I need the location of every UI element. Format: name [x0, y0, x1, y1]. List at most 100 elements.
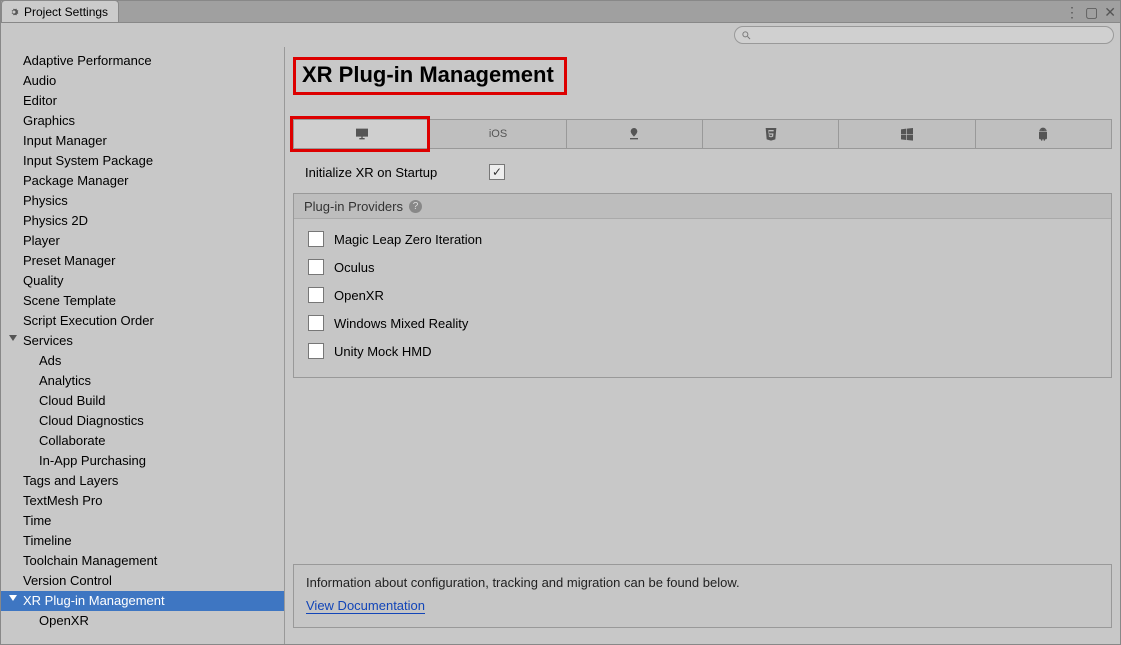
sidebar-item-label: Graphics [23, 113, 75, 128]
provider-row: Oculus [294, 253, 1111, 281]
sidebar-item-label: Services [23, 333, 73, 348]
sidebar-item[interactable]: Editor [1, 91, 284, 111]
sidebar-item[interactable]: Player [1, 231, 284, 251]
platform-tabs: iOS [293, 119, 1112, 149]
sidebar-item[interactable]: Package Manager [1, 171, 284, 191]
sidebar-item[interactable]: Toolchain Management [1, 551, 284, 571]
platform-tab-html5[interactable] [702, 119, 838, 149]
sidebar-item[interactable]: Cloud Diagnostics [1, 411, 284, 431]
platform-tab-android[interactable] [975, 119, 1112, 149]
platform-tab-webgl[interactable] [566, 119, 702, 149]
sidebar-item-label: Tags and Layers [23, 473, 118, 488]
sidebar-item-label: Preset Manager [23, 253, 116, 268]
provider-label: Windows Mixed Reality [334, 316, 468, 331]
sidebar-item[interactable]: Ads [1, 351, 284, 371]
sidebar-item-label: Physics 2D [23, 213, 88, 228]
android-icon [1035, 126, 1051, 142]
info-box: Information about configuration, trackin… [293, 564, 1112, 628]
view-documentation-link[interactable]: View Documentation [306, 598, 425, 614]
sidebar-item[interactable]: Physics [1, 191, 284, 211]
close-icon[interactable]: ✕ [1104, 5, 1116, 19]
provider-checkbox[interactable] [308, 315, 324, 331]
maximize-icon[interactable]: ▢ [1085, 5, 1098, 19]
sidebar-item-label: Quality [23, 273, 63, 288]
sidebar-item[interactable]: Cloud Build [1, 391, 284, 411]
sidebar-item[interactable]: Scene Template [1, 291, 284, 311]
search-icon [741, 30, 752, 41]
page-title: XR Plug-in Management [302, 62, 554, 88]
standalone-icon [354, 126, 370, 142]
provider-label: Magic Leap Zero Iteration [334, 232, 482, 247]
help-icon[interactable]: ? [409, 200, 422, 213]
platform-tab-ios[interactable]: iOS [429, 119, 565, 149]
provider-checkbox[interactable] [308, 287, 324, 303]
sidebar-item[interactable]: Services [1, 331, 284, 351]
sidebar-item[interactable]: Script Execution Order [1, 311, 284, 331]
search-field[interactable] [734, 26, 1114, 44]
sidebar-item[interactable]: TextMesh Pro [1, 491, 284, 511]
provider-checkbox[interactable] [308, 231, 324, 247]
sidebar-item-label: Timeline [23, 533, 72, 548]
platform-tab-label: iOS [489, 128, 507, 140]
search-input[interactable] [756, 29, 1107, 41]
sidebar-item[interactable]: Input Manager [1, 131, 284, 151]
provider-label: Unity Mock HMD [334, 344, 432, 359]
sidebar-item-label: OpenXR [39, 613, 89, 628]
sidebar-item[interactable]: Physics 2D [1, 211, 284, 231]
webgl-icon [626, 126, 642, 142]
plugin-providers-panel: Plug-in Providers ? Magic Leap Zero Iter… [293, 193, 1112, 378]
init-xr-checkbox[interactable] [489, 164, 505, 180]
windows-icon [899, 126, 915, 142]
sidebar-item[interactable]: Adaptive Performance [1, 51, 284, 71]
sidebar-item[interactable]: Preset Manager [1, 251, 284, 271]
sidebar-item-label: Input Manager [23, 133, 107, 148]
page-title-highlight: XR Plug-in Management [293, 57, 567, 95]
init-xr-label: Initialize XR on Startup [305, 165, 489, 180]
provider-label: Oculus [334, 260, 374, 275]
chevron-down-icon [9, 595, 17, 601]
sidebar-item-label: Input System Package [23, 153, 153, 168]
window-tab-project-settings[interactable]: Project Settings [1, 0, 119, 22]
sidebar-item[interactable]: Tags and Layers [1, 471, 284, 491]
sidebar-item[interactable]: Graphics [1, 111, 284, 131]
window-tab-label: Project Settings [24, 5, 108, 19]
sidebar-item-label: Package Manager [23, 173, 129, 188]
sidebar-item-label: Collaborate [39, 433, 106, 448]
provider-row: Magic Leap Zero Iteration [294, 225, 1111, 253]
sidebar-item-label: Editor [23, 93, 57, 108]
provider-row: Windows Mixed Reality [294, 309, 1111, 337]
sidebar-item[interactable]: OpenXR [1, 611, 284, 631]
info-text: Information about configuration, trackin… [306, 575, 1099, 590]
sidebar-item-label: Script Execution Order [23, 313, 154, 328]
sidebar-item[interactable]: Collaborate [1, 431, 284, 451]
platform-tab-windows[interactable] [838, 119, 974, 149]
sidebar-item-label: XR Plug-in Management [23, 593, 165, 608]
platform-tab-standalone[interactable] [293, 119, 429, 149]
sidebar-item[interactable]: Audio [1, 71, 284, 91]
settings-content: XR Plug-in Management iOS Initialize XR … [285, 47, 1120, 644]
sidebar-item[interactable]: XR Plug-in Management [1, 591, 284, 611]
sidebar-item-label: Cloud Diagnostics [39, 413, 144, 428]
sidebar-item[interactable]: In-App Purchasing [1, 451, 284, 471]
sidebar-item-label: Toolchain Management [23, 553, 157, 568]
sidebar-item[interactable]: Analytics [1, 371, 284, 391]
provider-label: OpenXR [334, 288, 384, 303]
html5-icon [763, 126, 779, 142]
sidebar-item[interactable]: Input System Package [1, 151, 284, 171]
provider-checkbox[interactable] [308, 259, 324, 275]
sidebar-item-label: Version Control [23, 573, 112, 588]
sidebar-item-label: Audio [23, 73, 56, 88]
provider-row: OpenXR [294, 281, 1111, 309]
sidebar-item[interactable]: Timeline [1, 531, 284, 551]
sidebar-item[interactable]: Quality [1, 271, 284, 291]
sidebar-item-label: Cloud Build [39, 393, 106, 408]
kebab-icon[interactable]: ⋮ [1065, 5, 1079, 19]
provider-checkbox[interactable] [308, 343, 324, 359]
sidebar-item[interactable]: Time [1, 511, 284, 531]
sidebar-item[interactable]: Version Control [1, 571, 284, 591]
sidebar-item-label: In-App Purchasing [39, 453, 146, 468]
sidebar-item-label: Analytics [39, 373, 91, 388]
sidebar-item-label: Time [23, 513, 51, 528]
sidebar-item-label: Physics [23, 193, 68, 208]
plugin-providers-header: Plug-in Providers [304, 199, 403, 214]
